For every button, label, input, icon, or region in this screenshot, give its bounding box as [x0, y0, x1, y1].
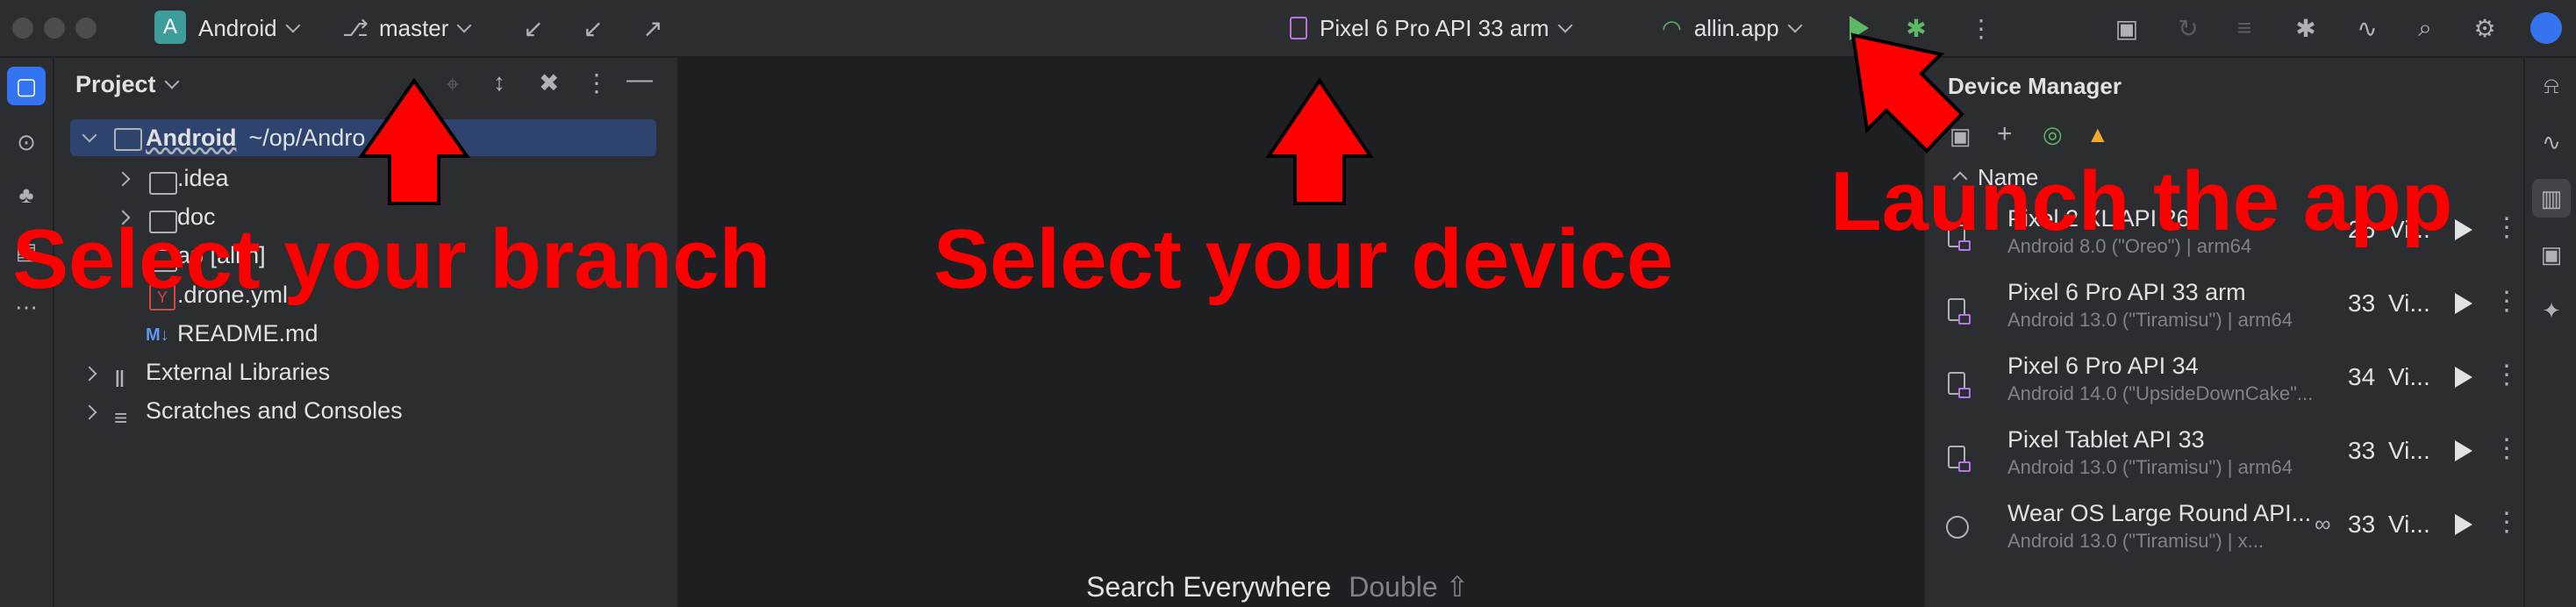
launch-arrow	[1850, 32, 1964, 154]
annotation-select-device: Select your device	[934, 212, 1674, 306]
annotation-select-branch: Select your branch	[12, 212, 771, 306]
branch-arrow	[358, 77, 470, 205]
annotation-launch-app: Launch the app	[1830, 154, 2453, 248]
device-arrow	[1265, 77, 1374, 205]
